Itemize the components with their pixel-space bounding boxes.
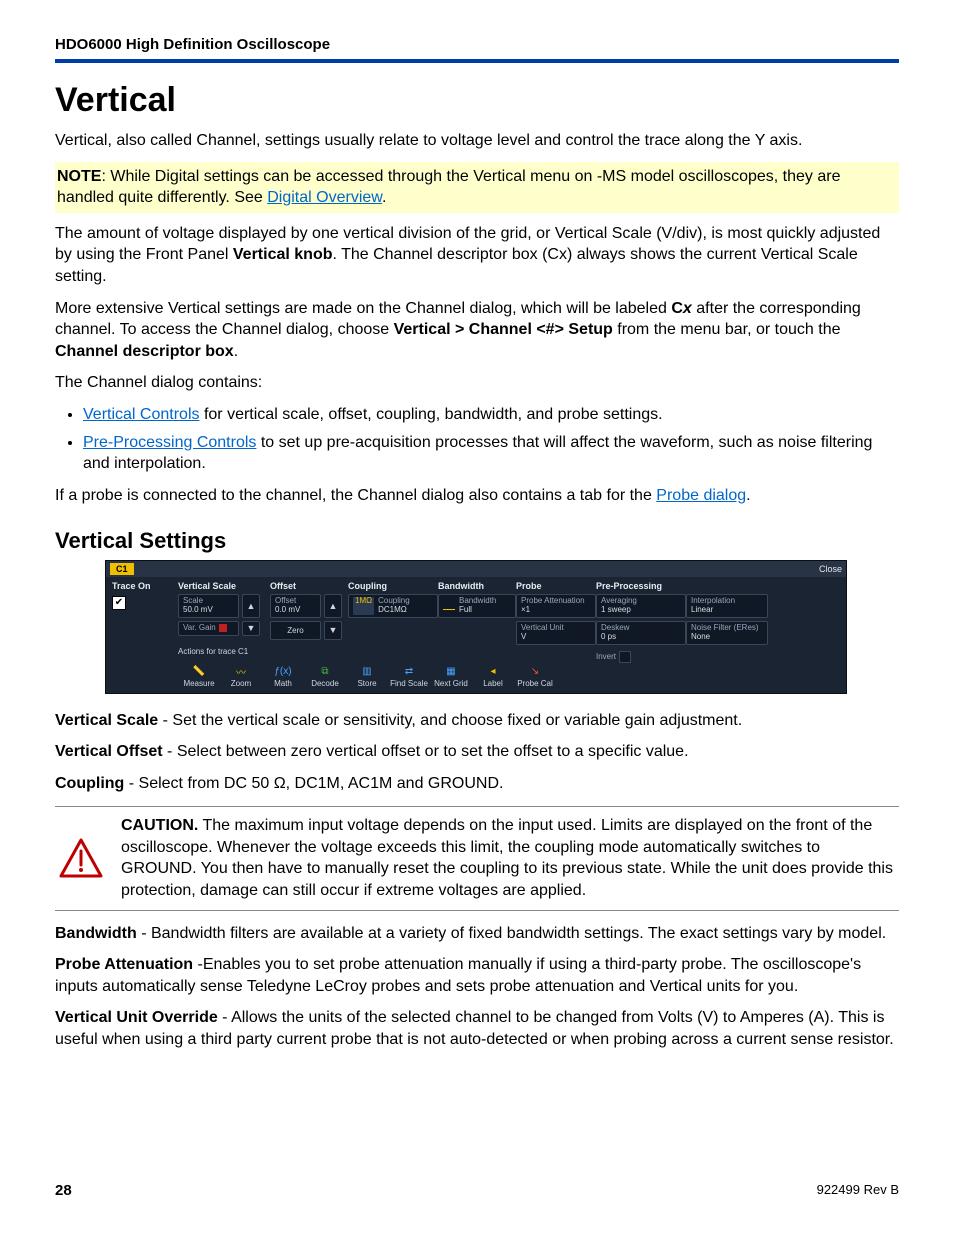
page-number: 28 — [55, 1182, 72, 1199]
caution-text: CAUTION. The maximum input voltage depen… — [121, 815, 899, 901]
deskew-field[interactable]: Deskew 0 ps — [596, 621, 686, 645]
coupling-title: Coupling — [348, 581, 438, 591]
offset-title: Offset — [270, 581, 342, 591]
warning-icon — [59, 838, 103, 878]
action-next-grid[interactable]: ▦Next Grid — [430, 665, 472, 689]
caution-box: CAUTION. The maximum input voltage depen… — [55, 806, 899, 910]
bandwidth-title: Bandwidth — [438, 581, 516, 591]
impedance-badge: 1MΩ — [353, 597, 374, 615]
para-vertical-knob: The amount of voltage displayed by one v… — [55, 223, 899, 288]
bullet-list: Vertical Controls for vertical scale, of… — [83, 404, 899, 475]
action-store[interactable]: ▥Store — [346, 665, 388, 689]
def-vertical-offset: Vertical Offset - Select between zero ve… — [55, 741, 899, 763]
scale-down-button[interactable]: ▼ — [242, 621, 260, 636]
actions-title: Actions for trace C1 — [178, 647, 348, 656]
def-vertical-unit-override: Vertical Unit Override - Allows the unit… — [55, 1007, 899, 1050]
action-label[interactable]: ◂Label — [472, 665, 514, 689]
action-zoom[interactable]: 〰Zoom — [220, 665, 262, 689]
para-channel-dialog: More extensive Vertical settings are mad… — [55, 298, 899, 363]
offset-up-button[interactable]: ▲ — [324, 594, 342, 618]
noise-filter-field[interactable]: Noise Filter (ERes) None — [686, 621, 768, 645]
trace-on-checkbox[interactable]: ✔ — [112, 596, 126, 610]
action-probe-cal[interactable]: ↘Probe Cal — [514, 665, 556, 689]
def-vertical-scale: Vertical Scale - Set the vertical scale … — [55, 710, 899, 732]
channel-dialog-screenshot: C1 Close Trace On ✔ Vertical Scale Scale — [105, 560, 847, 693]
scale-up-button[interactable]: ▲ — [242, 594, 260, 618]
intro-paragraph: Vertical, also called Channel, settings … — [55, 130, 899, 152]
coupling-field[interactable]: 1MΩ Coupling DC1MΩ — [348, 594, 438, 618]
note-label: NOTE — [57, 168, 101, 185]
action-math[interactable]: ƒ(x)Math — [262, 665, 304, 689]
note-body1: : While Digital settings can be accessed… — [57, 168, 841, 207]
var-gain-field[interactable]: Var. Gain — [178, 621, 239, 636]
list-item: Vertical Controls for vertical scale, of… — [83, 404, 899, 426]
h2-vertical-settings: Vertical Settings — [55, 528, 899, 554]
offset-down-button[interactable]: ▼ — [324, 621, 342, 640]
probe-attenuation-field[interactable]: Probe Attenuation ×1 — [516, 594, 596, 618]
def-coupling: Coupling - Select from DC 50 Ω, DC1M, AC… — [55, 773, 899, 795]
averaging-field[interactable]: Averaging 1 sweep — [596, 594, 686, 618]
tab-c1[interactable]: C1 — [110, 563, 134, 575]
invert-label: Invert — [596, 652, 616, 661]
vertical-scale-title: Vertical Scale — [178, 581, 260, 591]
link-pre-processing-controls[interactable]: Pre-Processing Controls — [83, 434, 256, 451]
page-footer: 28 922499 Rev B — [55, 1182, 899, 1199]
link-vertical-controls[interactable]: Vertical Controls — [83, 406, 200, 423]
para-contains: The Channel dialog contains: — [55, 372, 899, 394]
para-probe-dialog: If a probe is connected to the channel, … — [55, 485, 899, 507]
list-item: Pre-Processing Controls to set up pre-ac… — [83, 432, 899, 475]
var-gain-indicator — [219, 624, 227, 632]
scale-field[interactable]: Scale 50.0 mV — [178, 594, 239, 618]
link-probe-dialog[interactable]: Probe dialog — [656, 487, 746, 504]
note-box: NOTE: While Digital settings can be acce… — [55, 162, 899, 213]
preprocessing-title: Pre-Processing — [596, 581, 686, 591]
offset-field[interactable]: Offset 0.0 mV — [270, 594, 321, 618]
interpolation-field[interactable]: Interpolation Linear — [686, 594, 768, 618]
action-measure[interactable]: 📏Measure — [178, 665, 220, 689]
action-decode[interactable]: ⧉Decode — [304, 665, 346, 689]
link-digital-overview[interactable]: Digital Overview — [267, 189, 382, 206]
vertical-unit-field[interactable]: Vertical Unit V — [516, 621, 596, 645]
trace-on-label: Trace On — [112, 581, 178, 591]
page-header: HDO6000 High Definition Oscilloscope — [55, 36, 899, 63]
zero-button[interactable]: Zero — [270, 621, 321, 640]
probe-title: Probe — [516, 581, 596, 591]
h1-vertical: Vertical — [55, 81, 899, 120]
def-probe-attenuation: Probe Attenuation -Enables you to set pr… — [55, 954, 899, 997]
bandwidth-field[interactable]: Bandwidth Full — [438, 594, 516, 618]
action-find-scale[interactable]: ⇄Find Scale — [388, 665, 430, 689]
close-button[interactable]: Close — [819, 564, 842, 574]
bandwidth-icon — [443, 603, 455, 610]
invert-checkbox[interactable] — [619, 651, 631, 663]
revision-label: 922499 Rev B — [817, 1182, 899, 1199]
note-body2: . — [382, 189, 386, 206]
def-bandwidth: Bandwidth - Bandwidth filters are availa… — [55, 923, 899, 945]
